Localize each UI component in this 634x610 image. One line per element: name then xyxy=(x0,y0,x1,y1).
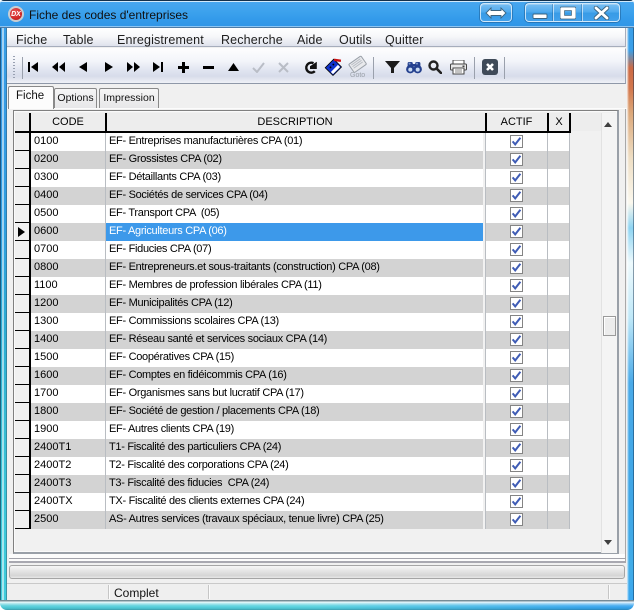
svg-text:Goto: Goto xyxy=(350,72,365,79)
